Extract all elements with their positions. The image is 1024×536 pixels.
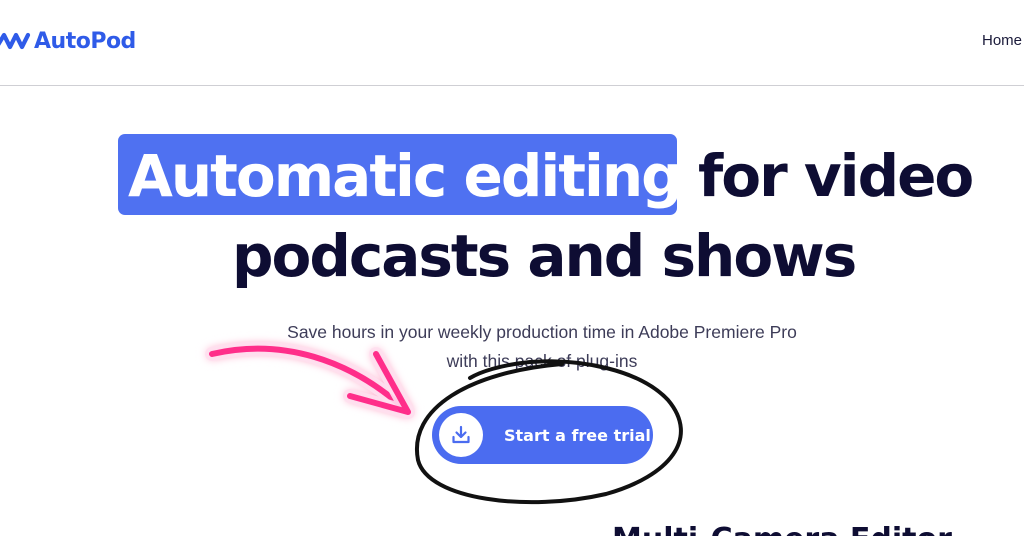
site-header: AutoPod Home <box>0 0 1024 86</box>
autopod-logo-icon <box>0 32 31 50</box>
section-heading-partial: Multi-Camera Editor <box>612 522 952 536</box>
start-free-trial-button[interactable]: Start a free trial <box>432 406 653 464</box>
headline-line-2: podcasts and shows <box>232 222 857 290</box>
subtitle-line-2: with this pack of plug-ins <box>446 351 638 371</box>
page: AutoPod Home Automatic editing for video… <box>0 0 1024 536</box>
logo-text: AutoPod <box>34 28 136 54</box>
headline-highlight: Automatic editing <box>128 142 683 210</box>
hero-subtitle: Save hours in your weekly production tim… <box>240 318 844 376</box>
download-icon <box>452 425 470 444</box>
logo-link[interactable]: AutoPod <box>0 26 136 56</box>
nav-home-link[interactable]: Home <box>982 32 1022 49</box>
subtitle-line-1: Save hours in your weekly production tim… <box>287 322 797 342</box>
cta-icon-circle <box>439 413 483 457</box>
headline-rest: for video <box>698 142 974 210</box>
cta-label: Start a free trial <box>504 425 651 445</box>
